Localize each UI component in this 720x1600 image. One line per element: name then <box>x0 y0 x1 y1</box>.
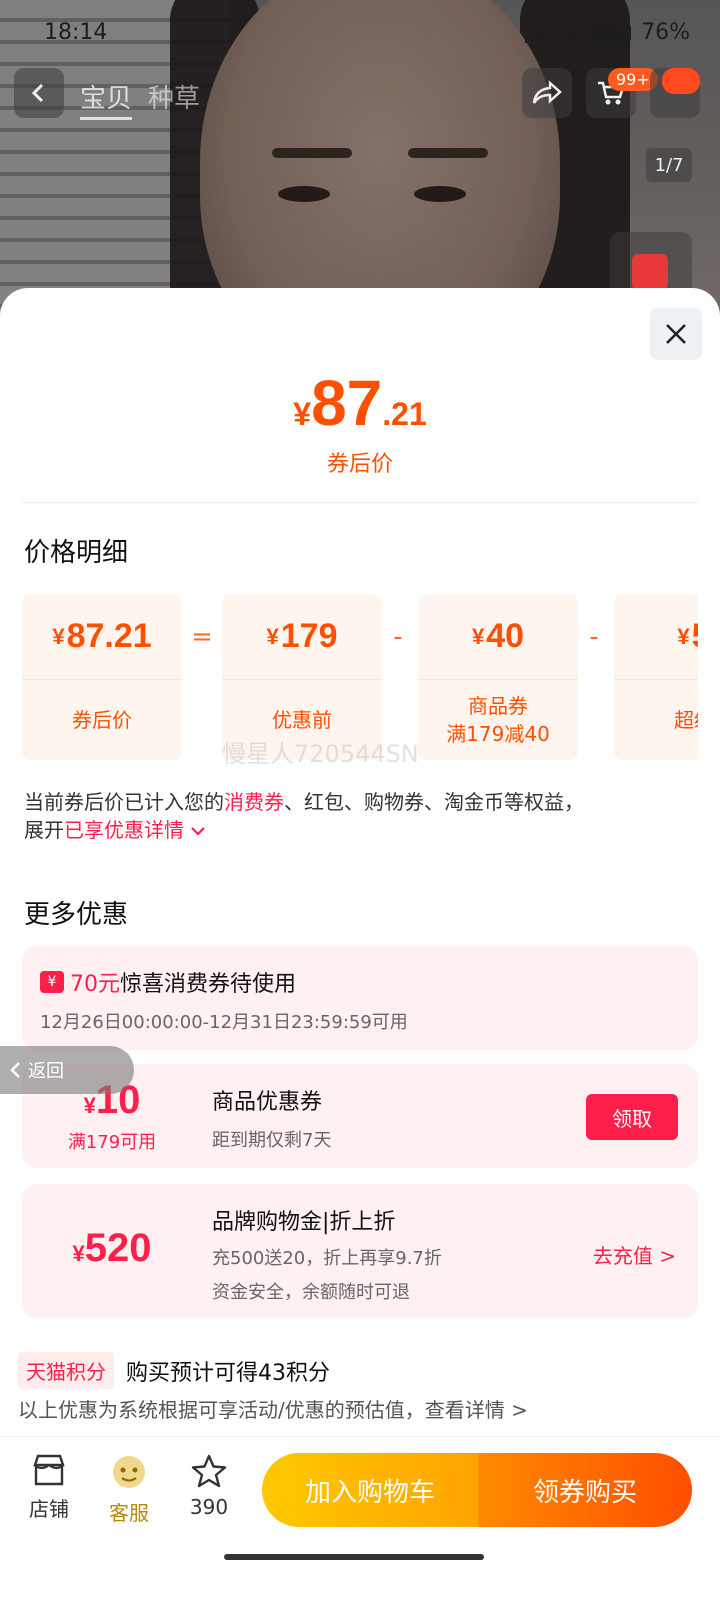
breakdown-item: ¥87.21 券后价 <box>22 594 182 760</box>
image-page-indicator: 1/7 <box>646 148 692 182</box>
equals-operator: = <box>191 622 213 652</box>
claim-coupon-button[interactable]: 领取 <box>586 1094 678 1140</box>
chevron-down-icon <box>191 827 206 836</box>
minus-operator: - <box>589 622 599 652</box>
signal-icon <box>557 23 580 43</box>
points-tag: 天猫积分 <box>18 1352 114 1389</box>
brand-credit-card[interactable]: ¥520 品牌购物金|折上折 充500送20，折上再享9.7折 资金安全，余额随… <box>22 1184 698 1318</box>
signal-icon <box>525 23 548 43</box>
floating-back-button[interactable]: 返回 <box>0 1046 134 1094</box>
final-price: ¥87.21 券后价 <box>0 366 720 478</box>
credit-amount: 520 <box>84 1226 152 1270</box>
tab-product[interactable]: 宝贝 <box>80 78 133 120</box>
add-to-cart-button[interactable]: 加入购物车 <box>262 1453 478 1527</box>
voucher-title: 惊喜消费券待使用 <box>120 972 297 997</box>
points-text: 购买预计可得43积分 <box>126 1360 330 1386</box>
recharge-link[interactable]: 去充值 > <box>593 1240 676 1269</box>
bottom-action-bar: 店铺 客服 390 加入购物车 领券购买 <box>0 1436 720 1600</box>
status-bar: 18:14 76% <box>0 0 720 64</box>
more-offers-title: 更多优惠 <box>24 900 129 930</box>
tmall-points: 天猫积分 购买预计可得43积分 <box>18 1352 330 1389</box>
message-badge <box>662 68 700 94</box>
coupon-title: 商品优惠券 <box>212 1090 323 1115</box>
coupon-expiry: 距到期仅剩7天 <box>212 1130 332 1151</box>
breakdown-item: ¥5 超级 <box>614 594 698 760</box>
breakdown-title: 价格明细 <box>24 538 129 568</box>
price-label: 券后价 <box>326 452 393 477</box>
chevron-left-icon <box>10 1062 20 1078</box>
close-icon <box>666 324 686 344</box>
favorites-count: 390 <box>189 1495 229 1519</box>
close-button[interactable] <box>650 308 702 360</box>
top-tabs: 宝贝 种草 <box>80 78 200 120</box>
chevron-left-icon <box>31 83 44 103</box>
home-indicator[interactable] <box>224 1554 484 1560</box>
breakdown-item: ¥40 商品券 满179减40 <box>418 594 578 760</box>
credit-title: 品牌购物金|折上折 <box>212 1210 396 1235</box>
voucher-validity: 12月26日00:00:00-12月31日23:59:59可用 <box>40 1012 408 1033</box>
benefit-note: 当前券后价已计入您的消费券、红包、购物券、淘金币等权益， 展开已享优惠详情 <box>24 790 584 842</box>
minus-operator: - <box>393 622 403 652</box>
share-icon <box>532 80 562 104</box>
voucher-icon: ¥ <box>40 971 64 993</box>
tab-reviews[interactable]: 种草 <box>148 78 200 120</box>
back-button[interactable] <box>14 68 64 118</box>
price-integer: 87 <box>311 367 383 439</box>
coupon-condition: 满179可用 <box>67 1132 157 1153</box>
service-icon <box>113 1456 145 1488</box>
customer-service-button[interactable]: 客服 <box>94 1453 164 1526</box>
surprise-voucher-card[interactable]: ¥ 70元 惊喜消费券待使用 12月26日00:00:00-12月31日23:59… <box>22 946 698 1050</box>
store-icon <box>33 1454 65 1486</box>
watermark: 慢星人720544SN <box>222 740 419 768</box>
credit-offer: 充500送20，折上再享9.7折 <box>212 1248 442 1269</box>
disclaimer-link[interactable]: 以上优惠为系统根据可享活动/优惠的预估值，查看详情 > <box>18 1394 528 1423</box>
status-time: 18:14 <box>44 20 108 45</box>
voucher-amount: 70元 <box>70 972 120 997</box>
star-icon <box>191 1454 227 1488</box>
price-detail-sheet: ¥87.21 券后价 价格明细 ¥87.21 券后价 = ¥179 优惠前 - … <box>0 288 720 1600</box>
credit-safety-note: 资金安全，余额随时可退 <box>212 1282 410 1303</box>
favorite-button[interactable]: 390 <box>174 1453 244 1519</box>
battery-icon <box>589 22 632 43</box>
share-button[interactable] <box>522 68 572 118</box>
claim-and-buy-button[interactable]: 领券购买 <box>478 1453 692 1527</box>
battery-level: 76% <box>641 20 690 45</box>
chart-icon <box>632 254 668 290</box>
divider <box>22 502 698 503</box>
consumer-voucher-link[interactable]: 消费券 <box>224 790 284 814</box>
price-decimal: .21 <box>382 396 427 432</box>
expand-discount-details[interactable]: 已享优惠详情 <box>64 818 206 842</box>
shop-button[interactable]: 店铺 <box>14 1453 84 1522</box>
